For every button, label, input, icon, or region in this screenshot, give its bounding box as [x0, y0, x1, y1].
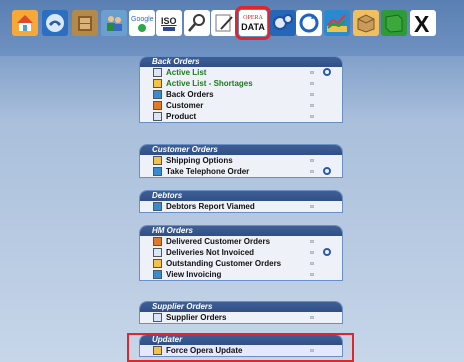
- menu-item-back-orders[interactable]: Back Orders: [140, 89, 342, 100]
- refresh-icon[interactable]: [323, 167, 331, 175]
- google-maps-icon[interactable]: Google: [129, 10, 155, 36]
- item-icon: [153, 90, 162, 99]
- filing-cabinet-icon[interactable]: [72, 10, 98, 36]
- favorite-toggle-icon[interactable]: [310, 240, 314, 243]
- panel-customer-orders: Customer Orders Shipping Options Take Tele…: [139, 144, 343, 178]
- favorite-toggle-icon[interactable]: [310, 159, 314, 162]
- menu-item-label: Product: [166, 112, 197, 121]
- menu-item-label: Customer: [166, 101, 204, 110]
- menu-item-label: Delivered Customer Orders: [166, 237, 271, 246]
- panel-title: Customer Orders: [140, 145, 342, 155]
- menu-item-outstanding-customer-orders[interactable]: Outstanding Customer Orders: [140, 258, 342, 269]
- item-icon: [153, 112, 162, 121]
- item-icon: [153, 156, 162, 165]
- menu-item-label: Supplier Orders: [166, 313, 227, 322]
- menu-item-label: View Invoicing: [166, 270, 222, 279]
- menu-item-active-list-shortages[interactable]: Active List - Shortages: [140, 78, 342, 89]
- menu-item-shipping-options[interactable]: Shipping Options: [140, 155, 342, 166]
- svg-text:Google: Google: [131, 16, 154, 23]
- telephone-icon[interactable]: [42, 10, 68, 36]
- favorite-toggle-icon[interactable]: [310, 104, 314, 107]
- toolbar: Google ISO OPERA DATA X: [0, 0, 464, 56]
- menu-item-label: Outstanding Customer Orders: [166, 259, 282, 268]
- menu-item-supplier-orders[interactable]: Supplier Orders: [140, 312, 342, 323]
- green-book-icon[interactable]: [381, 10, 407, 36]
- item-icon: [153, 79, 162, 88]
- users-icon[interactable]: [101, 10, 127, 36]
- menu-item-deliveries-not-invoiced[interactable]: Deliveries Not Invoiced: [140, 247, 342, 258]
- panel-title: Back Orders: [140, 57, 342, 67]
- menu-item-customer[interactable]: Customer: [140, 100, 342, 111]
- favorite-toggle-icon[interactable]: [310, 316, 314, 319]
- panel-title: Debtors: [140, 191, 342, 201]
- menu-item-label: Active List: [166, 68, 207, 77]
- opera-label: OPERA: [243, 14, 263, 21]
- favorite-toggle-icon[interactable]: [310, 205, 314, 208]
- gears-icon[interactable]: [270, 10, 296, 36]
- item-icon: [153, 237, 162, 246]
- favorite-toggle-icon[interactable]: [310, 273, 314, 276]
- item-icon: [153, 270, 162, 279]
- favorite-toggle-icon[interactable]: [310, 93, 314, 96]
- menu-item-delivered-customer-orders[interactable]: Delivered Customer Orders: [140, 236, 342, 247]
- panel-title: Supplier Orders: [140, 302, 342, 312]
- item-icon: [153, 259, 162, 268]
- refresh-icon[interactable]: [323, 248, 331, 256]
- item-icon: [153, 313, 162, 322]
- menu-item-label: Active List - Shortages: [166, 79, 253, 88]
- search-icon[interactable]: [184, 10, 210, 36]
- menu-item-label: Debtors Report Viamed: [166, 202, 255, 211]
- favorite-toggle-icon[interactable]: [310, 71, 314, 74]
- favorite-toggle-icon[interactable]: [310, 170, 314, 173]
- updater-highlight-frame: [127, 333, 354, 362]
- favorite-toggle-icon[interactable]: [310, 82, 314, 85]
- data-label: DATA: [241, 21, 265, 32]
- menu-item-active-list[interactable]: Active List: [140, 67, 342, 78]
- panel-title: HM Orders: [140, 226, 342, 236]
- menu-item-label: Shipping Options: [166, 156, 233, 165]
- close-icon[interactable]: X: [410, 10, 436, 36]
- panel-debtors: Debtors Debtors Report Viamed: [139, 190, 343, 213]
- package-box-icon[interactable]: [353, 10, 379, 36]
- menu-item-label: Take Telephone Order: [166, 167, 250, 176]
- svg-text:X: X: [414, 11, 430, 35]
- favorite-toggle-icon[interactable]: [310, 251, 314, 254]
- edit-note-icon[interactable]: [211, 10, 237, 36]
- refresh-icon[interactable]: [296, 10, 322, 36]
- item-icon: [153, 101, 162, 110]
- menu-item-label: Deliveries Not Invoiced: [166, 248, 255, 257]
- menu-item-label: Back Orders: [166, 90, 214, 99]
- item-icon: [153, 248, 162, 257]
- svg-text:ISO: ISO: [161, 16, 177, 26]
- menu-item-view-invoicing[interactable]: View Invoicing: [140, 269, 342, 280]
- panel-hm-orders: HM Orders Delivered Customer Orders Delive…: [139, 225, 343, 281]
- panel-back-orders: Back Orders Active List Active List - Shor…: [139, 56, 343, 123]
- favorite-toggle-icon[interactable]: [310, 262, 314, 265]
- item-icon: [153, 167, 162, 176]
- home-icon[interactable]: [12, 10, 38, 36]
- menu-item-product[interactable]: Product: [140, 111, 342, 122]
- menu-item-debtors-report-viamed[interactable]: Debtors Report Viamed: [140, 201, 342, 212]
- item-icon: [153, 202, 162, 211]
- opera-data-icon[interactable]: OPERA DATA: [235, 6, 271, 40]
- item-icon: [153, 68, 162, 77]
- menu-item-take-telephone-order[interactable]: Take Telephone Order: [140, 166, 342, 177]
- refresh-icon[interactable]: [323, 68, 331, 76]
- panel-supplier-orders: Supplier Orders Supplier Orders: [139, 301, 343, 324]
- iso-icon[interactable]: ISO: [156, 10, 182, 36]
- favorite-toggle-icon[interactable]: [310, 115, 314, 118]
- chart-icon[interactable]: [324, 10, 350, 36]
